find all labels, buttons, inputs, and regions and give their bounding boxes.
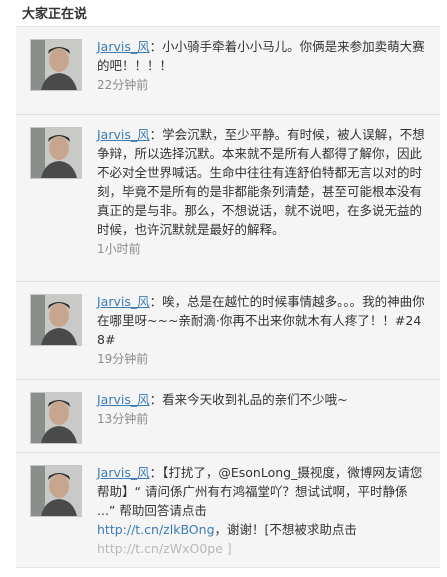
username-link[interactable]: Jarvis_风 [97,392,150,407]
widget-title: 大家正在说 [22,7,88,22]
username-link[interactable]: Jarvis_风 [97,127,150,142]
post-time: 1小时前 [97,242,141,256]
post-text: ：看来今天收到礼品的亲们不少哦~ [149,392,348,407]
feed-item: Jarvis_风：看来今天收到礼品的亲们不少哦~ 13分钟前 [16,380,440,453]
user-avatar[interactable] [30,465,82,517]
post-time: 19分钟前 [97,352,149,366]
post-text: ：学会沉默，至少平静。有时候，被人误解，不想争辩，所以选择沉默。本来就不是所有人… [97,127,425,237]
feed-item: Jarvis_风：学会沉默，至少平静。有时候，被人误解，不想争辩，所以选择沉默。… [16,115,440,282]
feed-item: Jarvis_风：【打扰了，@EsonLong_摄视度，微博网友请您帮助】“ 请… [16,453,440,567]
user-avatar[interactable] [30,39,82,91]
username-link[interactable]: Jarvis_风 [97,465,150,480]
user-avatar[interactable] [30,392,82,444]
post-time: 13分钟前 [97,412,149,426]
feed-item: Jarvis_风：唉，总是在越忙的时候事情越多。。。我的神曲你在哪里呀~~~亲耐… [16,282,440,380]
user-avatar[interactable] [30,294,82,346]
feed-item: Jarvis_风：小小骑手牵着小小马儿。你俩是来参加卖萌大赛的吧！！！！ 22分… [16,27,440,115]
post-feed[interactable]: Jarvis_风：小小骑手牵着小小马儿。你俩是来参加卖萌大赛的吧！！！！ 22分… [16,26,440,568]
short-link[interactable]: http://t.cn/zWxO0pe ] [97,541,232,556]
user-avatar[interactable] [30,127,82,179]
username-link[interactable]: Jarvis_风 [97,294,150,309]
post-content: Jarvis_风：【打扰了，@EsonLong_摄视度，微博网友请您帮助】“ 请… [97,463,429,558]
post-content: Jarvis_风：小小骑手牵着小小马儿。你俩是来参加卖萌大赛的吧！！！！ 22分… [97,37,429,95]
post-content: Jarvis_风：看来今天收到礼品的亲们不少哦~ 13分钟前 [97,390,429,429]
post-time: 22分钟前 [97,78,149,92]
short-link[interactable]: http://t.cn/zlkBOng [97,522,215,537]
post-content: Jarvis_风：学会沉默，至少平静。有时候，被人误解，不想争辩，所以选择沉默。… [97,125,429,259]
talk-widget: 大家正在说 Jarvis_风：小小骑手牵着小小马儿。你俩是来参加卖萌大赛的吧！！… [0,0,447,577]
widget-header: 大家正在说 [0,0,447,26]
post-content: Jarvis_风：唉，总是在越忙的时候事情越多。。。我的神曲你在哪里呀~~~亲耐… [97,292,429,369]
post-text-continued: ，谢谢！[不想被求助点击 [214,522,357,537]
username-link[interactable]: Jarvis_风 [97,39,150,54]
